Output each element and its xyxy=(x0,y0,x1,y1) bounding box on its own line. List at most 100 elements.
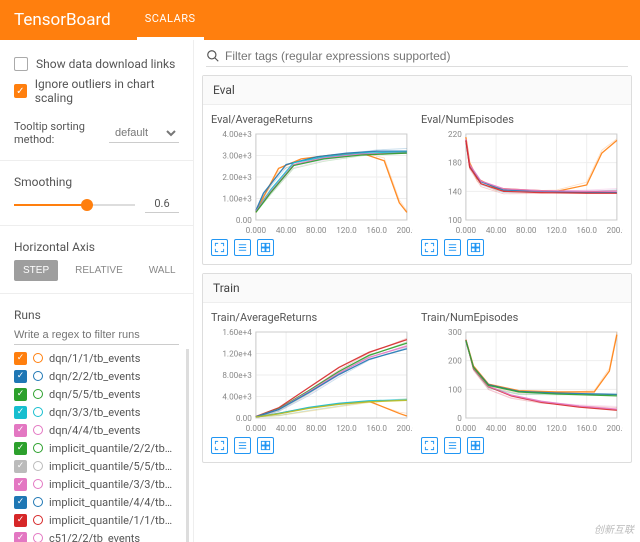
tab-scalars[interactable]: SCALARS xyxy=(137,0,204,40)
smoothing-value[interactable]: 0.6 xyxy=(145,197,179,213)
expand-icon[interactable] xyxy=(421,239,438,256)
chart-plot[interactable]: 1001401802200.00040.0080.00120.0160.0200… xyxy=(421,128,623,236)
svg-text:120.0: 120.0 xyxy=(336,226,357,235)
run-row[interactable]: c51/2/2/tb_events xyxy=(14,529,176,542)
toggle-y-axis-icon[interactable] xyxy=(234,437,251,454)
svg-text:160.0: 160.0 xyxy=(576,424,597,433)
run-label: dqn/1/1/tb_events xyxy=(49,352,140,365)
svg-text:0.000: 0.000 xyxy=(246,226,267,235)
axis-wall-button[interactable]: WALL xyxy=(140,260,185,281)
ignore-outliers-toggle[interactable]: Ignore outliers in chart scaling xyxy=(14,74,179,108)
fit-domain-icon[interactable] xyxy=(257,239,274,256)
run-color-icon xyxy=(33,407,43,417)
chart-card: Eval/NumEpisodes 1001401802200.00040.008… xyxy=(421,113,623,256)
run-row[interactable]: dqn/4/4/tb_events xyxy=(14,421,176,439)
sidebar: Show data download links Ignore outliers… xyxy=(0,40,194,542)
svg-text:0.000: 0.000 xyxy=(246,424,267,433)
chart-card: Train/NumEpisodes 01002003000.00040.0080… xyxy=(421,311,623,454)
runs-label: Runs xyxy=(0,300,193,326)
run-color-icon xyxy=(33,425,43,435)
svg-text:200.0: 200.0 xyxy=(397,424,413,433)
svg-text:0.00: 0.00 xyxy=(236,216,252,225)
app-title: TensorBoard xyxy=(14,10,111,30)
run-label: c51/2/2/tb_events xyxy=(49,532,140,542)
run-row[interactable]: implicit_quantile/2/2/tb_events xyxy=(14,439,176,457)
run-row[interactable]: dqn/1/1/tb_events xyxy=(14,349,176,367)
run-row[interactable]: dqn/2/2/tb_events xyxy=(14,367,176,385)
svg-text:80.00: 80.00 xyxy=(306,226,327,235)
run-color-icon xyxy=(33,371,43,381)
fit-domain-icon[interactable] xyxy=(467,239,484,256)
expand-icon[interactable] xyxy=(211,239,228,256)
horizontal-axis-label: Horizontal Axis xyxy=(0,232,193,258)
fit-domain-icon[interactable] xyxy=(257,437,274,454)
run-row[interactable]: dqn/5/5/tb_events xyxy=(14,385,176,403)
svg-text:4.00e+3: 4.00e+3 xyxy=(222,130,252,139)
tooltip-sort-select[interactable]: default xyxy=(109,124,179,143)
run-row[interactable]: implicit_quantile/1/1/tb_events xyxy=(14,511,176,529)
run-checkbox-icon xyxy=(14,532,27,542)
svg-text:180: 180 xyxy=(448,159,462,168)
run-checkbox-icon xyxy=(14,478,27,491)
svg-text:1.20e+4: 1.20e+4 xyxy=(222,350,252,359)
panel-header[interactable]: Eval xyxy=(203,76,631,105)
expand-icon[interactable] xyxy=(211,437,228,454)
checkbox-icon xyxy=(14,57,28,71)
category-panel: Train Train/AverageReturns 0.004.00e+38.… xyxy=(202,273,632,463)
toggle-y-axis-icon[interactable] xyxy=(444,437,461,454)
svg-text:40.00: 40.00 xyxy=(276,424,297,433)
chart-plot[interactable]: 01002003000.00040.0080.00120.0160.0200.0 xyxy=(421,326,623,434)
run-checkbox-icon xyxy=(14,352,27,365)
run-color-icon xyxy=(33,479,43,489)
svg-text:1.60e+4: 1.60e+4 xyxy=(222,328,252,337)
runs-list: dqn/1/1/tb_events dqn/2/2/tb_events dqn/5/… xyxy=(0,349,189,542)
chart-plot[interactable]: 0.004.00e+38.00e+31.20e+41.60e+40.00040.… xyxy=(211,326,413,434)
axis-relative-button[interactable]: RELATIVE xyxy=(66,260,132,281)
watermark-text: 创新互联 xyxy=(594,521,634,536)
run-color-icon xyxy=(33,497,43,507)
toggle-y-axis-icon[interactable] xyxy=(444,239,461,256)
svg-text:2.00e+3: 2.00e+3 xyxy=(222,173,252,182)
chart-plot[interactable]: 0.001.00e+32.00e+33.00e+34.00e+30.00040.… xyxy=(211,128,413,236)
axis-step-button[interactable]: STEP xyxy=(14,260,58,281)
run-label: implicit_quantile/3/3/tb_events xyxy=(49,478,176,491)
run-row[interactable]: implicit_quantile/5/5/tb_events xyxy=(14,457,176,475)
svg-text:8.00e+3: 8.00e+3 xyxy=(222,371,252,380)
run-label: implicit_quantile/2/2/tb_events xyxy=(49,442,176,455)
run-row[interactable]: implicit_quantile/4/4/tb_events xyxy=(14,493,176,511)
chart-toolbar xyxy=(421,437,623,454)
svg-text:100: 100 xyxy=(448,216,462,225)
run-row[interactable]: implicit_quantile/3/3/tb_events xyxy=(14,475,176,493)
svg-text:200.0: 200.0 xyxy=(397,226,413,235)
chart-toolbar xyxy=(211,239,413,256)
smoothing-slider[interactable] xyxy=(14,204,135,206)
svg-text:80.00: 80.00 xyxy=(516,424,537,433)
svg-text:40.00: 40.00 xyxy=(486,424,507,433)
run-checkbox-icon xyxy=(14,442,27,455)
tooltip-sort-label: Tooltip sorting method: xyxy=(14,120,103,146)
tag-filter-input[interactable] xyxy=(225,49,628,63)
svg-text:40.00: 40.00 xyxy=(486,226,507,235)
checkbox-icon xyxy=(14,84,27,98)
expand-icon[interactable] xyxy=(421,437,438,454)
chart-title: Train/NumEpisodes xyxy=(421,311,623,324)
runs-filter-input[interactable] xyxy=(14,326,179,345)
show-download-links-toggle[interactable]: Show data download links xyxy=(14,54,179,74)
run-label: dqn/5/5/tb_events xyxy=(49,388,140,401)
chart-card: Eval/AverageReturns 0.001.00e+32.00e+33.… xyxy=(211,113,413,256)
svg-text:1.00e+3: 1.00e+3 xyxy=(222,195,252,204)
checkbox-label: Show data download links xyxy=(36,57,175,71)
run-checkbox-icon xyxy=(14,388,27,401)
run-checkbox-icon xyxy=(14,370,27,383)
main-panel: Eval Eval/AverageReturns 0.001.00e+32.00… xyxy=(194,40,640,542)
svg-text:80.00: 80.00 xyxy=(306,424,327,433)
fit-domain-icon[interactable] xyxy=(467,437,484,454)
run-color-icon xyxy=(33,533,43,542)
toggle-y-axis-icon[interactable] xyxy=(234,239,251,256)
panel-header[interactable]: Train xyxy=(203,274,631,303)
run-row[interactable]: dqn/3/3/tb_events xyxy=(14,403,176,421)
chart-toolbar xyxy=(421,239,623,256)
run-checkbox-icon xyxy=(14,406,27,419)
run-checkbox-icon xyxy=(14,460,27,473)
chart-card: Train/AverageReturns 0.004.00e+38.00e+31… xyxy=(211,311,413,454)
